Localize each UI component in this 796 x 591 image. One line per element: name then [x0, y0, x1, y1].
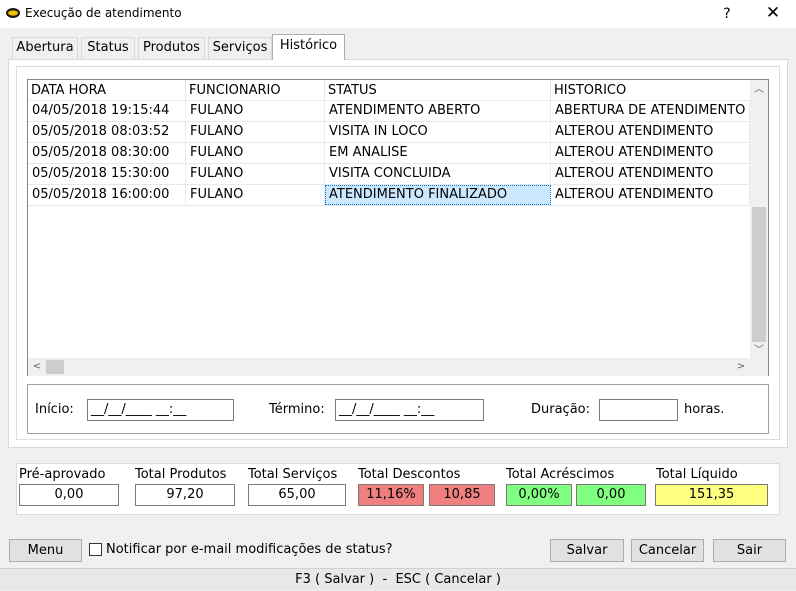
scroll-down-icon[interactable]: ﹀ [750, 342, 768, 359]
shortcut-hint-bar: F3 ( Salvar ) - ESC ( Cancelar ) [0, 568, 796, 590]
total-descontos-label: Total Descontos [358, 467, 461, 482]
vertical-scroll-thumb[interactable] [752, 207, 766, 342]
inicio-field[interactable]: __/__/____ __:__ [87, 399, 234, 421]
notify-label[interactable]: Notificar por e-mail modificações de sta… [106, 542, 393, 557]
total-produtos-label: Total Produtos [135, 467, 227, 482]
cell-data-hora[interactable]: 04/05/2018 19:15:44 [28, 101, 186, 121]
app-logo-icon [6, 8, 20, 18]
total-acrescimos-value[interactable]: 0,00 [576, 484, 646, 506]
help-button[interactable]: ? [712, 0, 742, 28]
cell-funcionario[interactable]: FULANO [186, 101, 325, 121]
exit-button[interactable]: Sair [713, 539, 786, 562]
cell-status[interactable]: ATENDIMENTO ABERTO [325, 101, 551, 121]
table-row[interactable]: 05/05/2018 08:30:00 FULANO EM ANALISE AL… [28, 143, 752, 164]
tab-status[interactable]: Status [81, 37, 135, 59]
tab-abertura[interactable]: Abertura [12, 37, 78, 59]
termino-label: Término: [269, 402, 325, 417]
col-header-status[interactable]: STATUS [325, 80, 551, 101]
pre-aprovado-value[interactable]: 0,00 [19, 484, 119, 506]
scroll-up-icon[interactable]: ︿ [750, 81, 768, 98]
cell-funcionario[interactable]: FULANO [186, 164, 325, 184]
grid-header: DATA HORA FUNCIONARIO STATUS HISTORICO [28, 80, 752, 101]
total-servicos-label: Total Serviços [248, 467, 338, 482]
tab-historico[interactable]: Histórico [272, 34, 345, 60]
horizontal-scrollbar[interactable] [28, 358, 750, 376]
total-acrescimos-percent[interactable]: 0,00% [506, 484, 572, 506]
termino-field[interactable]: __/__/____ __:__ [335, 399, 484, 421]
tab-servicos[interactable]: Serviços [208, 37, 272, 59]
total-liquido-label: Total Líquido [656, 467, 738, 482]
total-acrescimos-label: Total Acréscimos [506, 467, 615, 482]
inicio-label: Início: [35, 402, 74, 417]
cell-funcionario[interactable]: FULANO [186, 143, 325, 163]
duracao-label: Duração: [531, 402, 591, 417]
duracao-field[interactable] [599, 399, 678, 421]
total-servicos-value[interactable]: 65,00 [248, 484, 346, 506]
table-row[interactable]: 05/05/2018 15:30:00 FULANO VISITA CONCLU… [28, 164, 752, 185]
menu-button[interactable]: Menu [9, 539, 82, 562]
cell-historico[interactable]: ALTEROU ATENDIMENTO [551, 122, 750, 142]
col-header-historico[interactable]: HISTORICO [551, 80, 752, 101]
cell-status[interactable]: VISITA IN LOCO [325, 122, 551, 142]
cell-historico[interactable]: ALTEROU ATENDIMENTO [551, 164, 750, 184]
table-row[interactable]: 05/05/2018 16:00:00 FULANO ATENDIMENTO F… [28, 185, 752, 206]
total-liquido-value[interactable]: 151,35 [655, 484, 768, 506]
cell-historico[interactable]: ABERTURA DE ATENDIMENTO [551, 101, 750, 121]
cell-historico[interactable]: ALTEROU ATENDIMENTO [551, 143, 750, 163]
window-title: Execução de atendimento [25, 6, 182, 20]
col-header-funcionario[interactable]: FUNCIONARIO [186, 80, 325, 101]
scroll-right-icon[interactable]: > [732, 358, 750, 376]
cell-funcionario[interactable]: FULANO [186, 185, 325, 205]
history-grid[interactable]: DATA HORA FUNCIONARIO STATUS HISTORICO 0… [27, 79, 769, 376]
total-produtos-value[interactable]: 97,20 [135, 484, 235, 506]
cell-funcionario[interactable]: FULANO [186, 122, 325, 142]
cell-status[interactable]: VISITA CONCLUIDA [325, 164, 551, 184]
horizontal-scroll-thumb[interactable] [46, 360, 64, 374]
table-row[interactable]: 04/05/2018 19:15:44 FULANO ATENDIMENTO A… [28, 101, 752, 122]
cell-status-selected[interactable]: ATENDIMENTO FINALIZADO [325, 185, 551, 205]
pre-aprovado-label: Pré-aprovado [19, 467, 106, 482]
close-button[interactable]: ✕ [758, 0, 788, 28]
save-button[interactable]: Salvar [550, 539, 624, 562]
scroll-corner [750, 358, 768, 376]
cancel-button[interactable]: Cancelar [631, 539, 704, 562]
cell-data-hora[interactable]: 05/05/2018 08:03:52 [28, 122, 186, 142]
horas-label: horas. [684, 402, 725, 417]
cell-status[interactable]: EM ANALISE [325, 143, 551, 163]
cell-data-hora[interactable]: 05/05/2018 16:00:00 [28, 185, 186, 205]
cell-data-hora[interactable]: 05/05/2018 15:30:00 [28, 164, 186, 184]
cell-data-hora[interactable]: 05/05/2018 08:30:00 [28, 143, 186, 163]
scroll-left-icon[interactable]: < [28, 358, 46, 376]
total-descontos-value[interactable]: 10,85 [429, 484, 495, 506]
tab-produtos[interactable]: Produtos [138, 37, 205, 59]
total-descontos-percent[interactable]: 11,16% [358, 484, 424, 506]
table-row[interactable]: 05/05/2018 08:03:52 FULANO VISITA IN LOC… [28, 122, 752, 143]
notify-checkbox[interactable] [89, 543, 102, 556]
cell-historico[interactable]: ALTEROU ATENDIMENTO [551, 185, 750, 205]
col-header-data-hora[interactable]: DATA HORA [28, 80, 186, 101]
